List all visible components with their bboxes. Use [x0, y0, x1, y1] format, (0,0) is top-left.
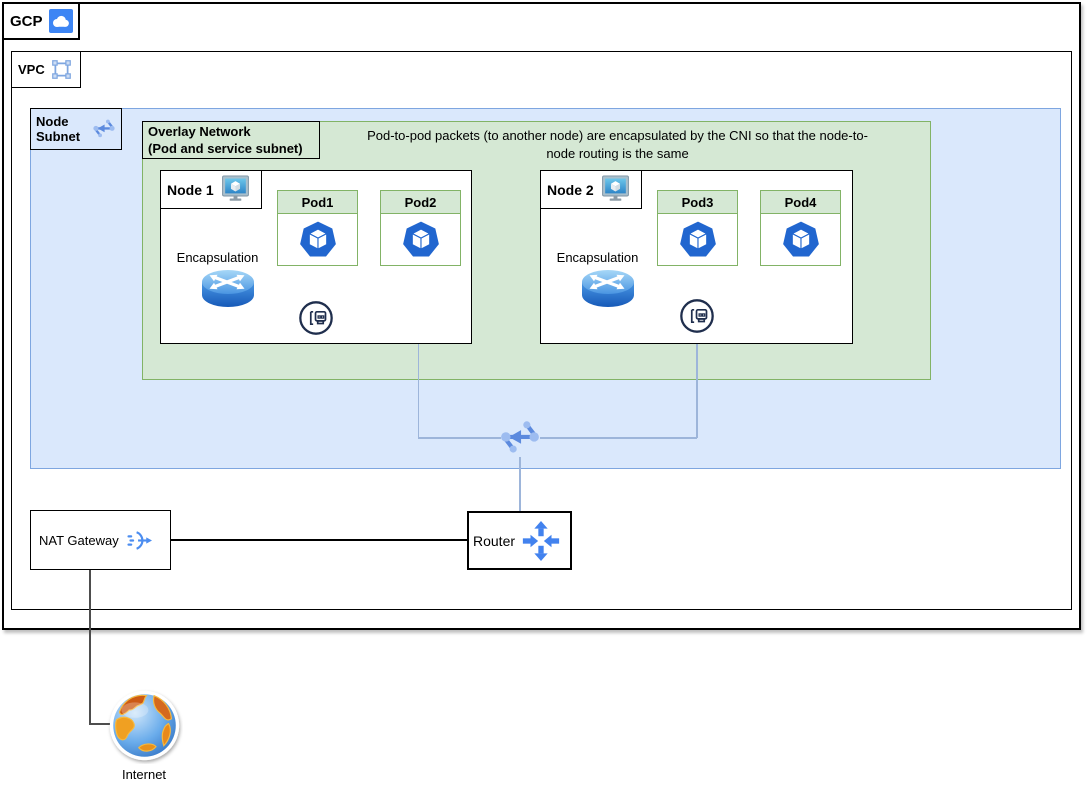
pod1-label: Pod1 — [278, 191, 357, 214]
node2-label: Node 2 — [547, 182, 594, 198]
overlay-annotation: Pod-to-pod packets (to another node) are… — [360, 127, 875, 162]
node-subnet-label-box: Node Subnet — [30, 108, 122, 150]
subnet-arrows-icon — [499, 417, 541, 464]
vpc-label-box: VPC — [11, 51, 81, 88]
internet-label: Internet — [96, 767, 192, 782]
pod3-label: Pod3 — [658, 191, 737, 214]
nat-arrow-icon — [126, 527, 153, 554]
network-card-icon — [678, 297, 716, 340]
globe-icon — [106, 687, 183, 769]
edge-nat-to-router — [171, 539, 467, 541]
nat-gateway-label: NAT Gateway — [39, 533, 119, 548]
four-arrows-icon — [520, 520, 562, 562]
router-disk-icon — [580, 266, 636, 317]
overlay-title: Overlay Network — [148, 123, 314, 140]
overlay-label-box: Overlay Network (Pod and service subnet) — [142, 121, 320, 159]
pod2-box: Pod2 — [380, 190, 461, 266]
selection-frame-icon — [51, 59, 72, 80]
vm-monitor-icon — [600, 174, 631, 205]
node2-encapsulation-label: Encapsulation — [540, 250, 655, 265]
pod3-box: Pod3 — [657, 190, 738, 266]
node-subnet-label: Node Subnet — [36, 114, 86, 144]
diagram-canvas: GCP VPC Node Subnet — [0, 0, 1092, 802]
pod1-box: Pod1 — [277, 190, 358, 266]
nat-gateway-box: NAT Gateway — [30, 510, 171, 570]
kubernetes-pod-icon — [761, 214, 840, 265]
gcp-label: GCP — [10, 13, 43, 30]
edge-nat-down — [89, 570, 91, 724]
edge-junction-to-router — [519, 457, 521, 511]
node1-label-box: Node 1 — [160, 170, 262, 209]
kubernetes-pod-icon — [381, 214, 460, 265]
pod4-box: Pod4 — [760, 190, 841, 266]
vpc-label: VPC — [18, 62, 45, 77]
kubernetes-pod-icon — [278, 214, 357, 265]
pod4-label: Pod4 — [761, 191, 840, 214]
router-disk-icon — [200, 266, 256, 317]
network-card-icon — [297, 299, 335, 342]
node2-label-box: Node 2 — [540, 170, 642, 209]
node1-label: Node 1 — [167, 182, 214, 198]
router-box: Router — [467, 511, 572, 570]
node1-encapsulation-label: Encapsulation — [160, 250, 275, 265]
subnet-arrows-icon — [92, 117, 116, 141]
edge-nic2-down — [696, 334, 698, 438]
cloud-icon — [49, 9, 73, 33]
vm-monitor-icon — [220, 174, 251, 205]
kubernetes-pod-icon — [658, 214, 737, 265]
gcp-label-box: GCP — [2, 2, 80, 40]
pod2-label: Pod2 — [381, 191, 460, 214]
edge-nic2-to-junction — [540, 437, 697, 439]
router-label: Router — [473, 533, 515, 549]
overlay-subtitle: (Pod and service subnet) — [148, 140, 314, 157]
edge-nic1-to-junction — [418, 437, 501, 439]
